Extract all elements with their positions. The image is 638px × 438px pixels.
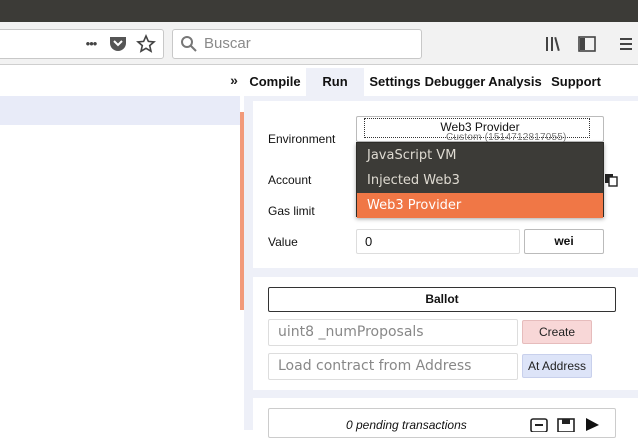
at-address-button[interactable]: At Address [522,354,592,378]
page-actions-icon[interactable]: ••• [80,29,102,59]
account-label: Account [268,173,312,187]
editor-tab-strip [0,96,240,125]
search-icon [180,35,198,53]
play-icon[interactable] [584,417,600,431]
tab-analysis[interactable]: Analysis [488,68,542,96]
unit-select[interactable]: wei [524,229,604,254]
copy-address-icon[interactable] [604,173,618,187]
window-title-strip [0,0,638,22]
tab-debugger[interactable]: Debugger [424,68,486,96]
hamburger-menu-icon[interactable] [618,37,634,51]
dropdown-option-javascript-vm[interactable]: JavaScript VM [357,143,603,168]
create-button[interactable]: Create [522,320,592,344]
sidebar-icon[interactable] [578,36,596,52]
constructor-args-input[interactable]: uint8 _numProposals [268,319,518,346]
gas-limit-label: Gas limit [268,204,315,218]
contract-select[interactable]: Ballot [268,287,616,312]
pocket-icon[interactable] [109,35,127,52]
dropdown-option-web3-provider[interactable]: Web3 Provider [357,193,603,218]
value-label: Value [268,235,298,249]
contract-address-input[interactable]: Load contract from Address [268,353,518,380]
search-placeholder: Buscar [204,35,251,52]
tab-run[interactable]: Run [306,68,364,96]
collapse-panel-icon[interactable]: » [226,70,242,90]
value-input[interactable]: 0 [356,229,520,254]
environment-label: Environment [268,132,336,146]
tab-support[interactable]: Support [548,68,604,96]
tab-settings[interactable]: Settings [368,68,422,96]
bookmark-star-icon[interactable] [136,34,156,54]
tab-compile[interactable]: Compile [248,68,302,96]
dropdown-option-injected-web3[interactable]: Injected Web3 [357,168,603,193]
library-icon[interactable] [545,36,565,52]
